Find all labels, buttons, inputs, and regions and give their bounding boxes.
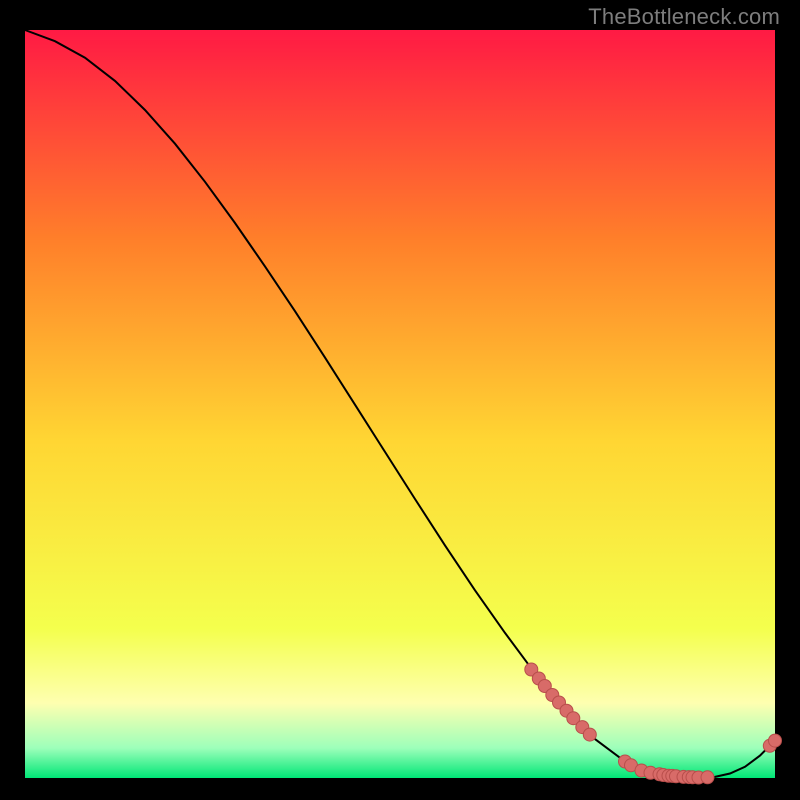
chart-container: { "watermark": "TheBottleneck.com", "col… [0, 0, 800, 800]
data-point [769, 734, 782, 747]
data-point [583, 728, 596, 741]
chart-svg [0, 0, 800, 800]
plot-background [25, 30, 775, 778]
watermark-text: TheBottleneck.com [588, 4, 780, 30]
data-point [701, 771, 714, 784]
